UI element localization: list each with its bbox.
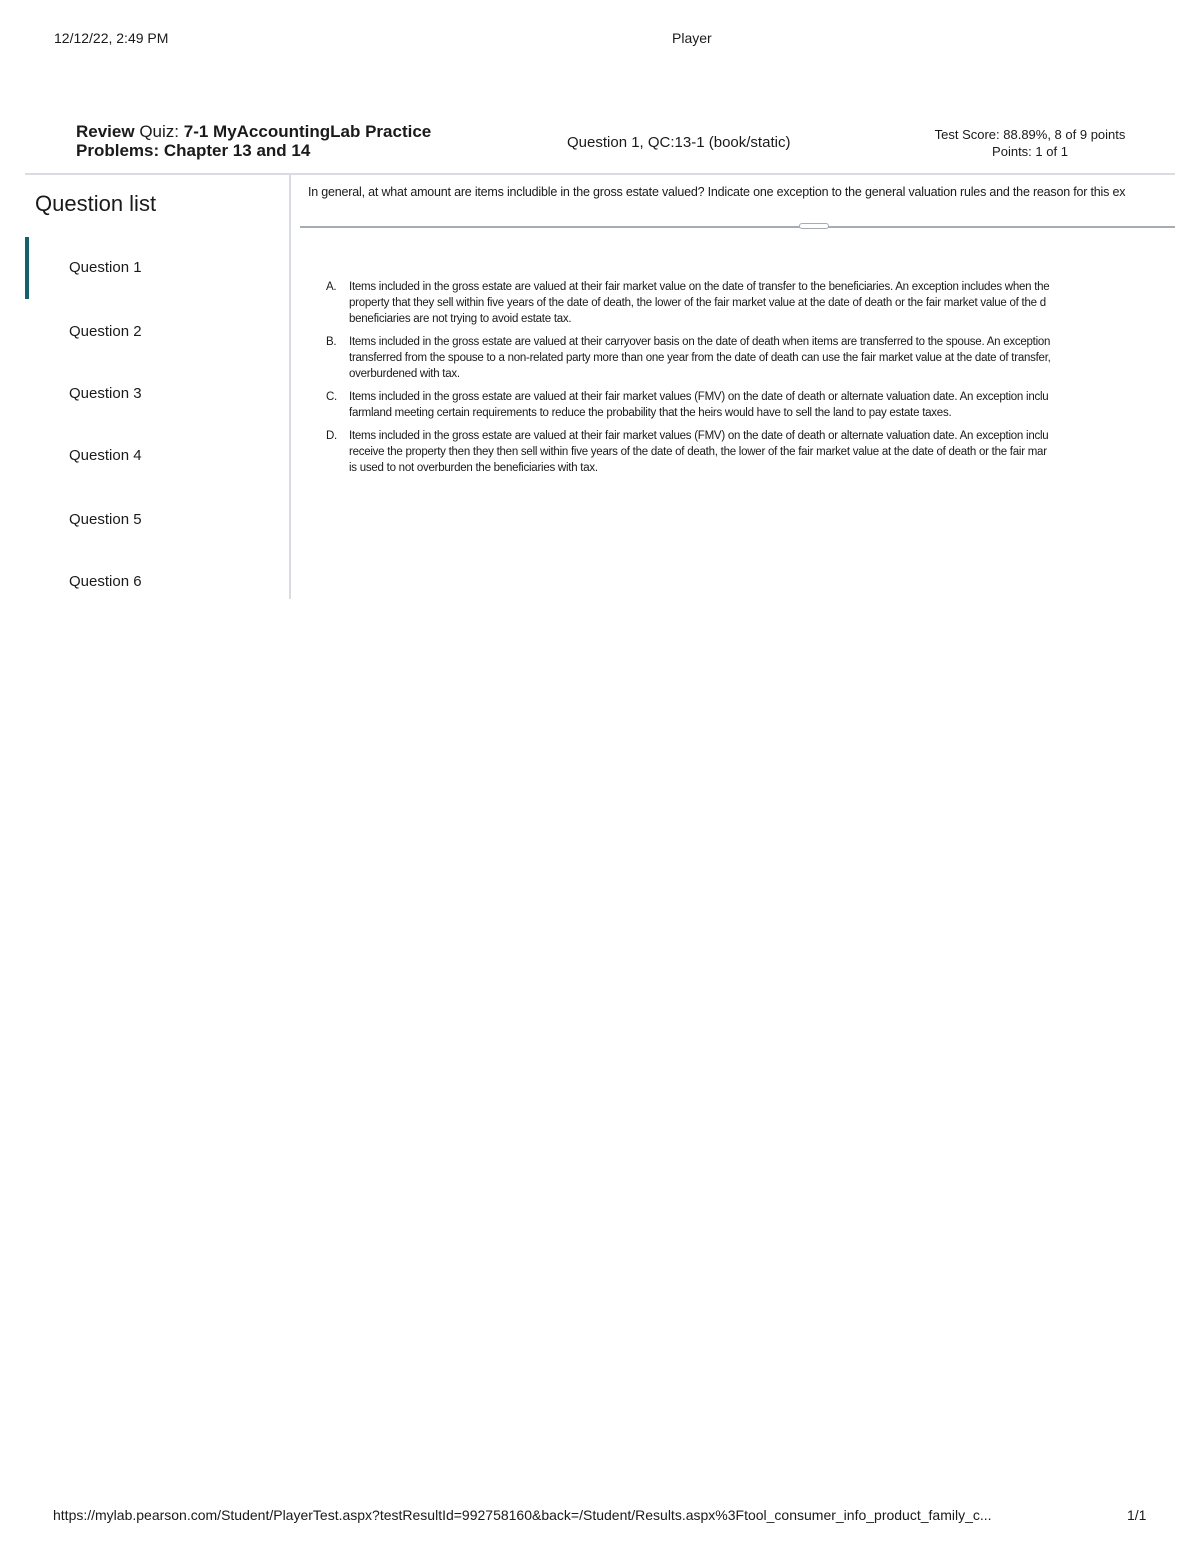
quiz-title-prefix-light: Quiz: — [139, 122, 180, 141]
question-points: Points: 1 of 1 — [992, 144, 1068, 159]
question-list-item-label: Question 1 — [69, 259, 142, 276]
print-datetime: 12/12/22, 2:49 PM — [54, 30, 169, 46]
question-list-item-label: Question 4 — [69, 447, 142, 464]
choice-text-line: Items included in the gross estate are v… — [349, 391, 1049, 403]
question-list-item-3[interactable]: Question 3 — [25, 363, 289, 425]
choice-letter: B. — [326, 336, 337, 348]
question-list-title: Question list — [35, 191, 157, 216]
question-list-item-5[interactable]: Question 5 — [25, 489, 289, 551]
question-prompt: In general, at what amount are items inc… — [308, 185, 1126, 199]
question-list-item-1[interactable]: Question 1 — [25, 237, 289, 299]
choice-text-line: property that they sell within five year… — [349, 297, 1046, 309]
choice-text-line: farmland meeting certain requirements to… — [349, 407, 952, 419]
question-list-item-label: Question 3 — [69, 385, 142, 402]
choice-text-line: Items included in the gross estate are v… — [349, 336, 1051, 348]
pane-divider — [300, 226, 1175, 228]
question-list-item-label: Question 2 — [69, 323, 142, 340]
quiz-title-prefix-bold: Review — [76, 122, 135, 141]
choice-letter: C. — [326, 391, 337, 403]
choice-text-line: beneficiaries are not trying to avoid es… — [349, 313, 572, 325]
choice-text-line: receive the property then they then sell… — [349, 446, 1047, 458]
choice-letter: A. — [326, 281, 337, 293]
choice-text-line: Items included in the gross estate are v… — [349, 281, 1050, 293]
question-list-item-2[interactable]: Question 2 — [25, 301, 289, 363]
answer-choice-c[interactable]: C. Items included in the gross estate ar… — [326, 389, 1175, 421]
answer-choice-a[interactable]: A. Items included in the gross estate ar… — [326, 279, 1175, 327]
choice-text-line: overburdened with tax. — [349, 368, 460, 380]
print-page-number: 1/1 — [1127, 1507, 1147, 1523]
question-list-item-label: Question 5 — [69, 511, 142, 528]
answer-choice-d[interactable]: D. Items included in the gross estate ar… — [326, 428, 1175, 476]
question-list-sidebar: Question list Question 1 Question 2 Ques… — [25, 175, 291, 599]
choice-letter: D. — [326, 430, 337, 442]
question-identifier: Question 1, QC:13-1 (book/static) — [567, 134, 791, 151]
question-list-item-4[interactable]: Question 4 — [25, 425, 289, 487]
score-block: Test Score: 88.89%, 8 of 9 points Points… — [880, 126, 1180, 160]
question-list-item-6[interactable]: Question 6 — [25, 551, 289, 613]
choice-text-line: Items included in the gross estate are v… — [349, 430, 1049, 442]
answer-choice-b[interactable]: B. Items included in the gross estate ar… — [326, 334, 1175, 382]
pane-resize-handle[interactable] — [799, 223, 829, 229]
print-header: 12/12/22, 2:49 PM Player — [0, 30, 1200, 50]
quiz-title: Review Quiz: 7-1 MyAccountingLab Practic… — [76, 122, 496, 160]
print-page-title: Player — [672, 30, 712, 46]
quiz-header: Review Quiz: 7-1 MyAccountingLab Practic… — [0, 122, 1200, 172]
question-content: In general, at what amount are items inc… — [291, 175, 1175, 599]
choice-text-line: is used to not overburden the beneficiar… — [349, 462, 598, 474]
test-score: Test Score: 88.89%, 8 of 9 points — [934, 127, 1126, 142]
print-url: https://mylab.pearson.com/Student/Player… — [53, 1507, 992, 1523]
choice-text-line: transferred from the spouse to a non-rel… — [349, 352, 1051, 364]
answer-choices: A. Items included in the gross estate ar… — [326, 279, 1175, 483]
question-list-item-label: Question 6 — [69, 573, 142, 590]
